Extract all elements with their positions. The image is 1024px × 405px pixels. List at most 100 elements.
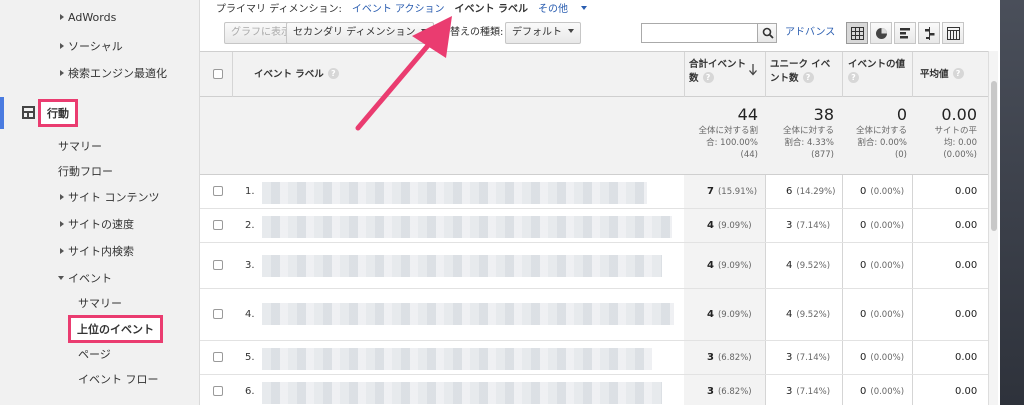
redacted-event-label[interactable] bbox=[262, 348, 652, 370]
row-checkbox[interactable] bbox=[213, 309, 223, 319]
table-row[interactable]: 6. 3 (6.82%) 3 (7.14%) 0 (0.00%) 0.00 bbox=[200, 375, 990, 405]
vertical-scrollbar[interactable] bbox=[988, 51, 998, 405]
collapse-arrow-icon bbox=[58, 276, 64, 280]
sidebar-item-behavior-flow[interactable]: 行動フロー bbox=[58, 163, 113, 179]
secondary-dimension-dropdown[interactable]: セカンダリ ディメンション bbox=[286, 22, 435, 44]
cell-percent: (7.14%) bbox=[796, 353, 831, 363]
pie-view-button[interactable] bbox=[870, 22, 892, 44]
avg-value-cell: 0.00 bbox=[955, 260, 978, 271]
row-number: 3. bbox=[245, 260, 255, 271]
data-table-view-button[interactable] bbox=[846, 22, 868, 44]
sort-type-dropdown[interactable]: デフォルト bbox=[505, 22, 581, 44]
row-checkbox[interactable] bbox=[213, 220, 223, 230]
help-icon[interactable]: ? bbox=[802, 72, 814, 83]
cell-percent: (0.00%) bbox=[870, 261, 905, 271]
scrollbar-thumb[interactable] bbox=[991, 81, 997, 231]
cell-percent: (7.14%) bbox=[796, 221, 831, 231]
help-icon[interactable]: ? bbox=[952, 68, 964, 79]
expand-arrow-icon bbox=[60, 14, 64, 20]
sidebar-item-seo[interactable]: 検索エンジン最適化 bbox=[60, 65, 167, 81]
dimension-other-dropdown[interactable]: その他 bbox=[538, 4, 597, 15]
table-row[interactable]: 5. 3 (6.82%) 3 (7.14%) 0 (0.00%) 0.00 bbox=[200, 341, 990, 375]
dimension-event-label-current: イベント ラベル bbox=[454, 4, 529, 15]
help-icon[interactable]: ? bbox=[702, 72, 714, 83]
sidebar-item-site-search[interactable]: サイト内検索 bbox=[60, 243, 134, 259]
cell-percent: (9.09%) bbox=[717, 261, 752, 271]
avg-value-caption: 均: 0.00 bbox=[944, 138, 977, 148]
comparison-view-button[interactable] bbox=[918, 22, 940, 44]
row-checkbox[interactable] bbox=[213, 352, 223, 362]
col-header-unique-events[interactable]: ユニーク イベ ント数? bbox=[770, 58, 830, 86]
search-button[interactable] bbox=[757, 23, 777, 43]
total-events-cell: 3 (6.82%) bbox=[707, 352, 752, 363]
sidebar-item-events[interactable]: イベント bbox=[58, 270, 112, 286]
sidebar-item-events-summary[interactable]: サマリー bbox=[78, 295, 122, 311]
table-row[interactable]: 3. 4 (9.09%) 4 (9.52%) 0 (0.00%) 0.00 bbox=[200, 243, 990, 289]
cell-value: 4 bbox=[707, 260, 714, 271]
sidebar-item-site-speed[interactable]: サイトの速度 bbox=[60, 216, 134, 232]
cell-value: 3 bbox=[786, 352, 793, 363]
cell-value: 0 bbox=[860, 309, 867, 320]
help-icon[interactable]: ? bbox=[327, 68, 339, 79]
cell-value: 0 bbox=[860, 186, 867, 197]
sidebar-item-pages[interactable]: ページ bbox=[78, 346, 111, 362]
row-checkbox[interactable] bbox=[213, 260, 223, 270]
sidebar-item-label: 行動 bbox=[47, 107, 69, 120]
row-checkbox[interactable] bbox=[213, 186, 223, 196]
redacted-event-label[interactable] bbox=[262, 182, 647, 204]
sidebar-item-adwords[interactable]: AdWords bbox=[60, 11, 116, 24]
event-value-caption: (0) bbox=[894, 150, 907, 160]
avg-value-cell: 0.00 bbox=[955, 220, 978, 231]
cell-value: 4 bbox=[707, 309, 714, 320]
col-header-event-value[interactable]: イベントの値? bbox=[848, 58, 905, 86]
row-number: 1. bbox=[245, 186, 255, 197]
col-header-label: 数 bbox=[689, 73, 699, 84]
cell-value: 4 bbox=[786, 260, 793, 271]
sidebar-item-summary[interactable]: サマリー bbox=[58, 138, 102, 154]
redacted-event-label[interactable] bbox=[262, 216, 672, 238]
table-row[interactable]: 1. 7 (15.91%) 6 (14.29%) 0 (0.00%) 0.00 bbox=[200, 175, 990, 209]
table-row[interactable]: 2. 4 (9.09%) 3 (7.14%) 0 (0.00%) 0.00 bbox=[200, 209, 990, 243]
cell-percent: (15.91%) bbox=[717, 187, 758, 197]
row-number: 4. bbox=[245, 309, 255, 320]
table-row[interactable]: 4. 4 (9.09%) 4 (9.52%) 0 (0.00%) 0.00 bbox=[200, 289, 990, 341]
col-header-total-events[interactable]: 合計イベント数? bbox=[689, 58, 746, 86]
cell-percent: (0.00%) bbox=[870, 221, 905, 231]
sidebar-item-site-content[interactable]: サイト コンテンツ bbox=[60, 189, 160, 205]
redacted-event-label[interactable] bbox=[262, 255, 662, 277]
avg-value-caption: サイトの平 bbox=[934, 126, 977, 136]
unique-events-cell: 4 (9.52%) bbox=[786, 260, 830, 271]
dimension-event-action-link[interactable]: イベント アクション bbox=[352, 4, 445, 15]
expand-arrow-icon bbox=[60, 248, 64, 254]
help-icon[interactable]: ? bbox=[848, 72, 859, 83]
redacted-event-label[interactable] bbox=[262, 303, 674, 325]
sort-descending-icon[interactable] bbox=[749, 64, 757, 76]
advanced-filter-link[interactable]: アドバンス bbox=[785, 23, 835, 43]
expand-arrow-icon bbox=[60, 194, 64, 200]
cell-percent: (6.82%) bbox=[717, 353, 752, 363]
cell-percent: (9.09%) bbox=[717, 310, 752, 320]
col-header-event-label[interactable]: イベント ラベル? bbox=[254, 68, 339, 82]
sort-type-label: 替えの種類: bbox=[450, 27, 504, 38]
sidebar-item-behavior[interactable]: 行動 bbox=[38, 99, 78, 127]
sidebar-item-top-events[interactable]: 上位のイベント bbox=[68, 315, 163, 343]
sort-type-value: デフォルト bbox=[512, 27, 562, 38]
redacted-event-label[interactable] bbox=[262, 382, 662, 404]
select-all-checkbox[interactable] bbox=[213, 69, 223, 79]
col-header-label: イベントの値 bbox=[848, 59, 906, 70]
row-checkbox[interactable] bbox=[213, 386, 223, 396]
performance-view-button[interactable] bbox=[894, 22, 916, 44]
dimension-other-label: その他 bbox=[538, 4, 569, 15]
unique-events-cell: 3 (7.14%) bbox=[786, 352, 830, 363]
cell-value: 4 bbox=[707, 220, 714, 231]
col-header-avg-value[interactable]: 平均値? bbox=[920, 68, 964, 82]
sidebar-item-social[interactable]: ソーシャル bbox=[60, 38, 123, 54]
pivot-view-button[interactable] bbox=[942, 22, 964, 44]
chevron-down-icon bbox=[581, 6, 588, 10]
sidebar-item-event-flow[interactable]: イベント フロー bbox=[78, 371, 159, 387]
table-search-input[interactable] bbox=[641, 23, 758, 43]
active-section-indicator bbox=[0, 97, 4, 129]
grid-icon bbox=[851, 27, 864, 40]
cell-value: 3 bbox=[786, 220, 793, 231]
sidebar-item-label: 検索エンジン最適化 bbox=[68, 67, 167, 80]
